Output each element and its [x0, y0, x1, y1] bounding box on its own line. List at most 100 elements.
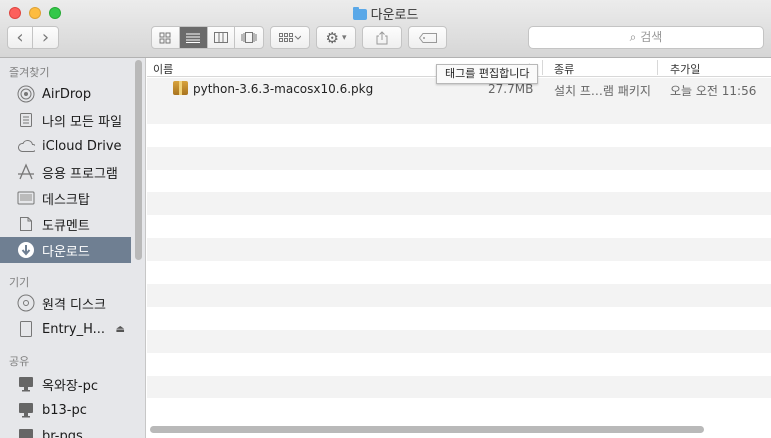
sidebar-item-desktop[interactable]: 데스크탑 [0, 185, 131, 211]
empty-row [147, 307, 771, 330]
search-field[interactable]: ⌕ 검색 [528, 26, 764, 49]
empty-row [147, 192, 771, 216]
sidebar-item-airdrop[interactable]: AirDrop [0, 81, 131, 107]
list-view-icon [186, 33, 201, 43]
file-rows: python-3.6.3-macosx10.6.pkg 27.7MB 설치 프…… [147, 78, 771, 430]
empty-row [147, 261, 771, 284]
shared-section-title: 공유 [9, 355, 30, 368]
sidebar-item-label: 데스크탑 [42, 192, 90, 208]
computer-icon [17, 427, 35, 438]
sidebar-item-entry-drive[interactable]: Entry_H... ⏏ [0, 316, 131, 342]
forward-button[interactable]: › [33, 27, 58, 48]
downloads-icon [17, 241, 35, 259]
sidebar-item-downloads[interactable]: 다운로드 [0, 237, 131, 263]
sidebar-item-label: Entry_H... [42, 321, 106, 337]
empty-row [147, 100, 771, 124]
share-button[interactable] [362, 26, 402, 49]
coverflow-view-icon [241, 32, 257, 43]
sidebar-item-label: 옥와장-pc [42, 378, 98, 394]
edit-tags-button[interactable] [408, 26, 447, 49]
tags-tooltip: 태그를 편집합니다 [436, 64, 539, 84]
favorites-section-title: 즐겨찾기 [9, 66, 50, 79]
applications-icon [17, 163, 35, 181]
drive-icon [17, 320, 35, 338]
empty-row [147, 215, 771, 238]
computer-icon [17, 401, 35, 419]
file-size: 27.7MB [488, 82, 534, 96]
gear-icon: ⚙ [325, 28, 339, 47]
column-header-date[interactable]: 추가일 [670, 61, 700, 77]
toolbar: 다운로드 ‹ › ⚙ ▾ ⌕ 검색 [0, 0, 771, 58]
sidebar-item-shared-computer[interactable]: 옥와장-pc [0, 371, 131, 397]
computer-icon [17, 375, 35, 393]
sidebar-item-shared-computer[interactable]: br-pgs [0, 423, 131, 438]
column-view-icon [213, 32, 228, 43]
chevron-down-icon: ▾ [341, 32, 347, 43]
all-files-icon [17, 111, 35, 129]
empty-row [147, 329, 771, 353]
sidebar-scrollbar[interactable] [135, 60, 142, 260]
file-date: 오늘 오전 11:56 [670, 84, 757, 98]
icon-view-button[interactable] [152, 27, 180, 48]
column-divider[interactable] [542, 60, 543, 75]
desktop-icon [17, 189, 35, 207]
sidebar-item-label: 도큐멘트 [42, 218, 90, 234]
sidebar-item-label: 응용 프로그램 [42, 166, 118, 182]
folder-icon [352, 7, 367, 20]
forward-icon: › [41, 27, 50, 48]
remote-disc-icon [17, 294, 35, 312]
devices-section-title: 기기 [9, 276, 30, 289]
sidebar-item-remote-disc[interactable]: 원격 디스크 [0, 290, 131, 316]
empty-row [147, 238, 771, 262]
window-title-label: 다운로드 [370, 8, 419, 23]
column-view-button[interactable] [208, 27, 236, 48]
view-mode-group [151, 26, 264, 49]
coverflow-view-button[interactable] [235, 27, 263, 48]
file-name: python-3.6.3-macosx10.6.pkg [193, 82, 374, 96]
sidebar: 즐겨찾기 AirDrop 나의 모든 파일 iCloud Drive 응용 프로… [0, 58, 146, 438]
sidebar-item-label: 원격 디스크 [42, 297, 106, 313]
horizontal-scrollbar[interactable] [150, 426, 704, 433]
empty-row [147, 170, 771, 193]
tag-icon [418, 32, 437, 43]
package-icon [173, 81, 188, 95]
sidebar-item-label: AirDrop [42, 86, 92, 102]
icon-view-icon [159, 32, 171, 43]
file-kind: 설치 프…램 패키지 [554, 84, 651, 98]
sidebar-item-label: iCloud Drive [42, 138, 122, 154]
search-icon: ⌕ [629, 30, 637, 44]
sidebar-item-label: br-pgs [42, 428, 83, 438]
empty-row [147, 146, 771, 170]
arrange-icon [279, 32, 301, 42]
file-list: 이름 크기 종류 추가일 python-3.6.3-macosx10.6.pkg… [147, 58, 771, 438]
empty-row [147, 398, 771, 421]
sidebar-item-icloud-drive[interactable]: iCloud Drive [0, 133, 131, 159]
sidebar-item-documents[interactable]: 도큐멘트 [0, 211, 131, 237]
sidebar-item-label: 나의 모든 파일 [42, 114, 123, 130]
sidebar-item-shared-computer[interactable]: b13-pc [0, 397, 131, 423]
column-divider[interactable] [657, 60, 658, 75]
airdrop-icon [17, 85, 35, 103]
action-button[interactable]: ⚙ ▾ [316, 26, 356, 49]
back-button[interactable]: ‹ [8, 27, 33, 48]
back-forward-group: ‹ › [7, 26, 59, 49]
list-view-button[interactable] [179, 27, 208, 48]
eject-icon[interactable]: ⏏ [116, 324, 125, 335]
column-header-kind[interactable]: 종류 [554, 61, 574, 77]
documents-icon [17, 215, 35, 233]
share-icon [376, 30, 388, 44]
empty-row [147, 375, 771, 399]
sidebar-item-label: 다운로드 [42, 244, 90, 260]
empty-row [147, 353, 771, 376]
sidebar-item-applications[interactable]: 응용 프로그램 [0, 159, 131, 185]
search-placeholder: 검색 [640, 30, 663, 44]
finder-window: 다운로드 ‹ › ⚙ ▾ ⌕ 검색 즐겨찾기 AirDrop 나의 모든 파일 … [0, 0, 771, 438]
back-icon: ‹ [16, 27, 24, 48]
column-header-name[interactable]: 이름 [153, 61, 173, 77]
cloud-icon [17, 137, 35, 155]
sidebar-item-all-files[interactable]: 나의 모든 파일 [0, 107, 131, 133]
arrange-button[interactable] [270, 26, 310, 49]
sidebar-item-label: b13-pc [42, 402, 87, 418]
empty-row [147, 124, 771, 147]
empty-row [147, 284, 771, 307]
